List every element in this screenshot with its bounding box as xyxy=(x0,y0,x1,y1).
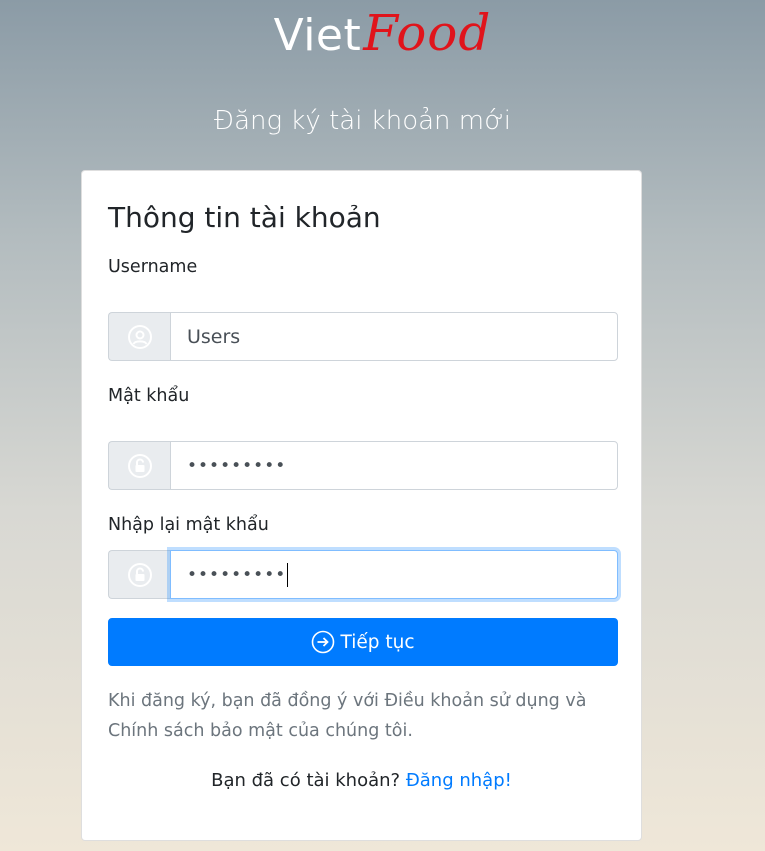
username-input-group: Users xyxy=(108,312,618,361)
confirm-password-value: ••••••••• xyxy=(187,564,287,585)
arrow-right-circle-icon xyxy=(312,630,335,654)
brand-logo-viet: Viet xyxy=(273,10,362,61)
continue-button[interactable]: Tiếp tục xyxy=(108,618,618,666)
login-prompt-line: Bạn đã có tài khoản? Đăng nhập! xyxy=(82,770,641,791)
login-link[interactable]: Đăng nhập! xyxy=(406,770,512,791)
lock-icon xyxy=(108,441,170,490)
confirm-password-label: Nhập lại mật khẩu xyxy=(108,515,269,535)
register-card: Thông tin tài khoản Username Users Mật k… xyxy=(81,170,642,841)
card-title: Thông tin tài khoản xyxy=(108,201,381,234)
password-value: ••••••••• xyxy=(187,455,287,476)
user-circle-icon xyxy=(108,312,170,361)
login-prompt-text: Bạn đã có tài khoản? xyxy=(211,770,401,791)
terms-text: Khi đăng ký, bạn đã đồng ý với Điều khoả… xyxy=(108,691,587,741)
confirm-password-input[interactable]: ••••••••• xyxy=(170,550,618,599)
brand-logo: VietFood xyxy=(0,4,765,62)
confirm-password-input-group: ••••••••• xyxy=(108,550,618,599)
username-label: Username xyxy=(108,257,198,277)
brand-logo-food: Food xyxy=(363,4,492,62)
username-input[interactable]: Users xyxy=(170,312,618,361)
username-value: Users xyxy=(187,325,241,348)
page-subtitle: Đăng ký tài khoản mới xyxy=(213,106,512,136)
password-input-group: ••••••••• xyxy=(108,441,618,490)
continue-button-label: Tiếp tục xyxy=(340,631,415,653)
lock-icon xyxy=(108,550,170,599)
password-input[interactable]: ••••••••• xyxy=(170,441,618,490)
text-cursor xyxy=(287,562,289,587)
password-label: Mật khẩu xyxy=(108,386,190,406)
